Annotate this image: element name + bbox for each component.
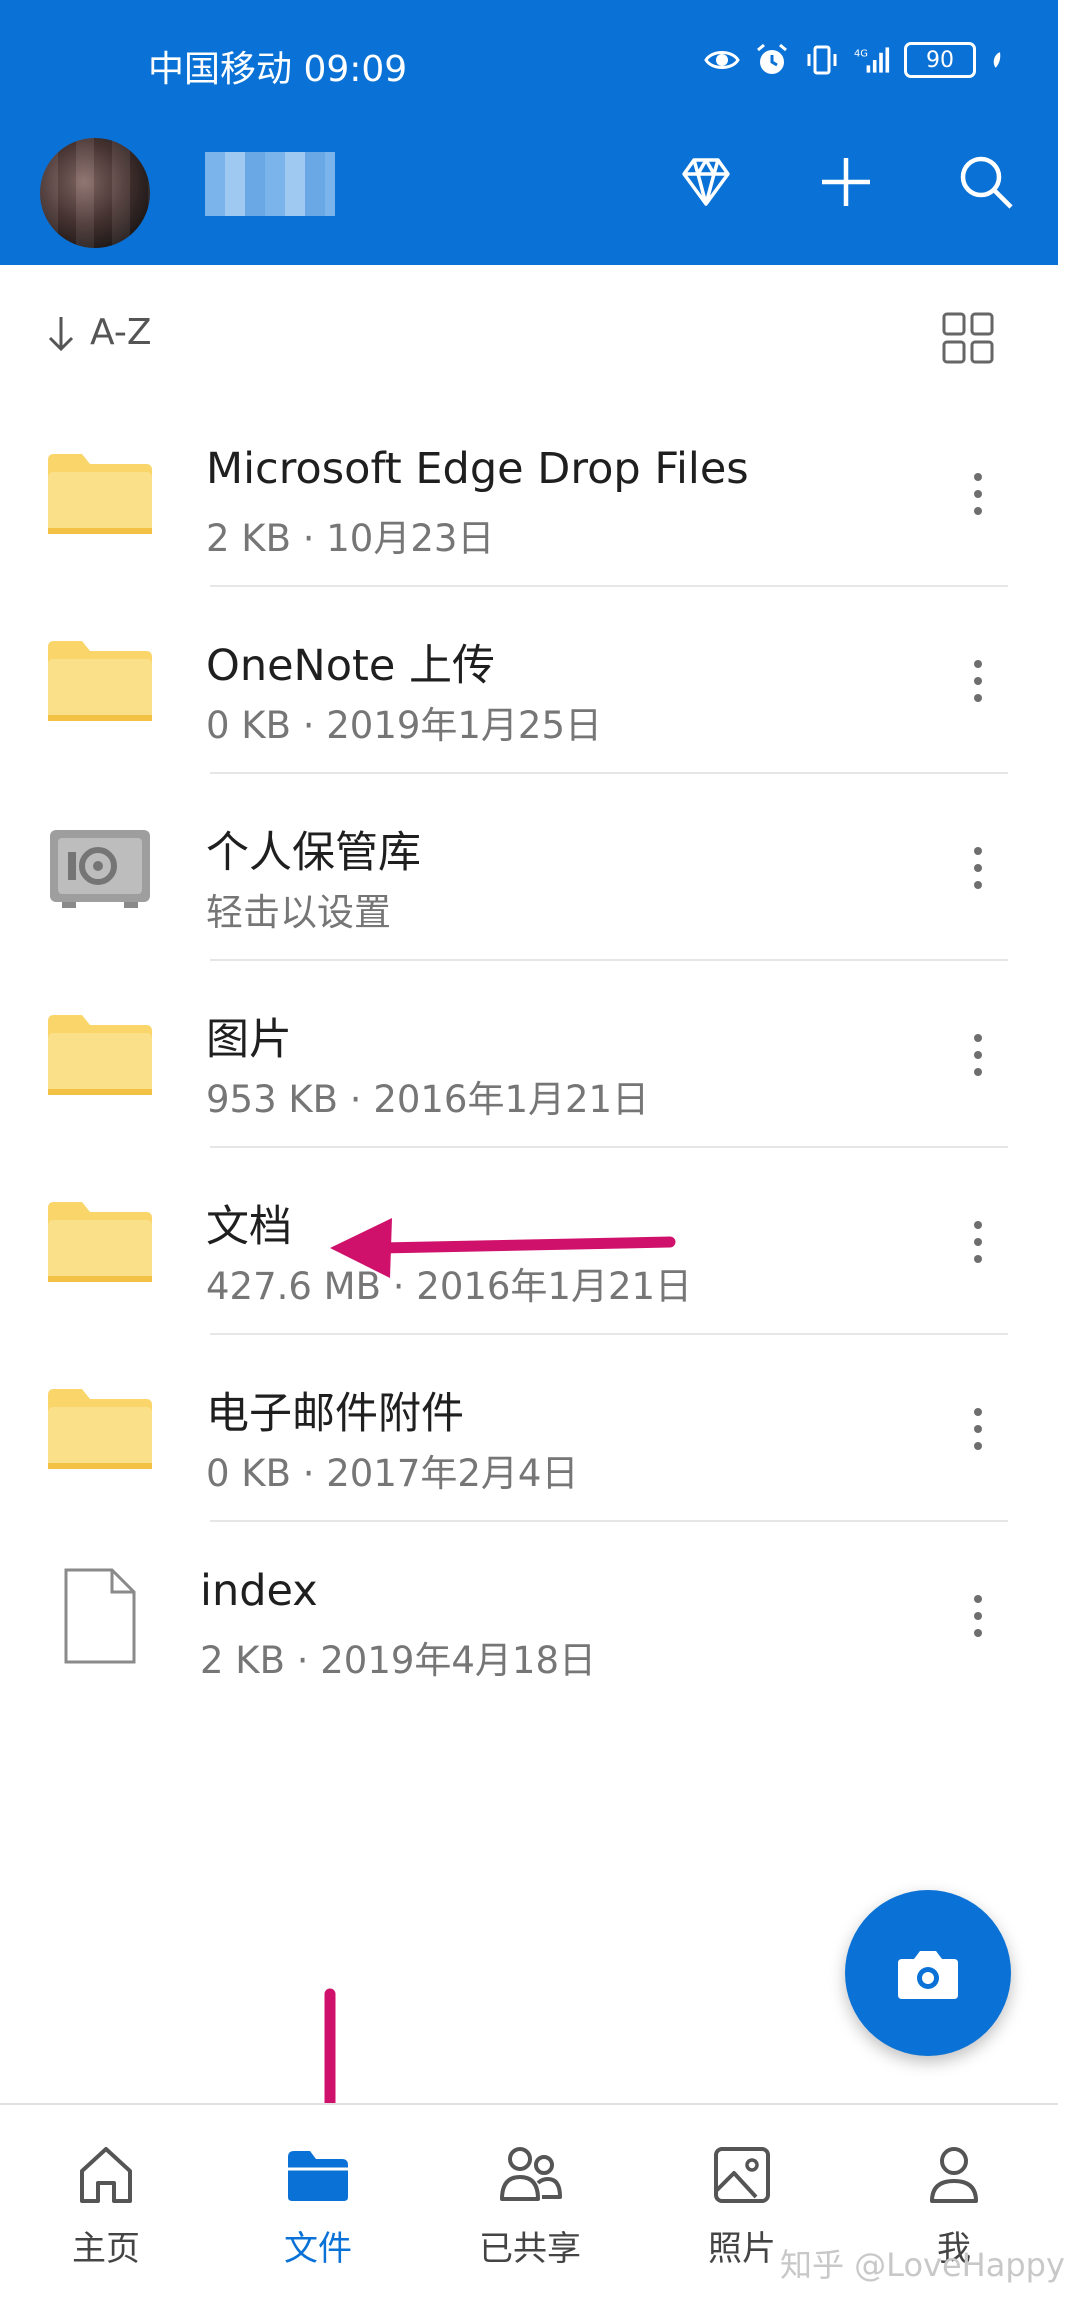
list-item[interactable]: 电子邮件附件 0 KB · 2017年2月4日 [0, 1335, 1058, 1522]
person-icon [930, 2147, 978, 2203]
file-name: OneNote 上传 [206, 641, 496, 691]
add-button[interactable] [814, 150, 878, 214]
folder-icon [46, 1197, 154, 1287]
svg-text:4G: 4G [854, 48, 868, 59]
file-name: Microsoft Edge Drop Files [206, 444, 749, 494]
signal-icon: 4G [854, 47, 890, 73]
more-options-button[interactable] [958, 838, 998, 898]
folder-icon [46, 1384, 154, 1474]
nav-label: 文件 [284, 2229, 352, 2269]
eye-icon [704, 51, 740, 69]
folder-icon [46, 449, 154, 539]
vault-icon [46, 823, 154, 913]
list-item[interactable]: Microsoft Edge Drop Files 2 KB · 10月23日 [0, 400, 1058, 587]
list-item[interactable]: 图片 953 KB · 2016年1月21日 [0, 961, 1058, 1148]
file-name: index [200, 1566, 318, 1616]
grid-view-icon [942, 312, 994, 364]
folder-icon [288, 2151, 348, 2201]
user-name-blurred [205, 152, 335, 216]
more-options-button[interactable] [958, 651, 998, 711]
more-options-button[interactable] [958, 1025, 998, 1085]
annotation-arrow-horizontal [330, 1218, 676, 1278]
file-meta: 2 KB · 2019年4月18日 [200, 1639, 597, 1682]
people-icon [500, 2147, 562, 2201]
file-name: 电子邮件附件 [206, 1389, 464, 1439]
battery-indicator: 90 [904, 42, 976, 78]
premium-button[interactable] [674, 150, 738, 214]
search-button[interactable] [954, 150, 1018, 214]
nav-files[interactable]: 文件 [238, 2125, 398, 2295]
sort-bar: A-Z [0, 300, 1058, 380]
watermark: 知乎 @LoveHappy [780, 2246, 1065, 2284]
plus-icon [822, 158, 870, 206]
nav-home[interactable]: 主页 [26, 2125, 186, 2295]
status-icons: 4G 90 [704, 42, 1010, 78]
folder-icon [46, 1010, 154, 1100]
arrow-down-icon [48, 316, 74, 351]
grid-view-button[interactable] [938, 308, 998, 368]
file-name: 图片 [206, 1015, 292, 1065]
more-options-button[interactable] [958, 1212, 998, 1272]
file-name: 文档 [206, 1202, 292, 1252]
diamond-icon [682, 158, 730, 206]
leaf-icon [993, 52, 1001, 68]
file-list: Microsoft Edge Drop Files 2 KB · 10月23日 … [0, 400, 1058, 1709]
file-meta: 0 KB · 2017年2月4日 [206, 1452, 579, 1495]
home-icon [80, 2147, 132, 2203]
avatar[interactable] [40, 138, 150, 248]
sort-button[interactable]: A-Z [46, 312, 152, 353]
alarm-icon [757, 43, 787, 74]
vibrate-icon [807, 45, 837, 75]
sort-label: A-Z [90, 312, 152, 353]
photo-icon [714, 2147, 770, 2203]
file-meta: 953 KB · 2016年1月21日 [206, 1078, 650, 1121]
folder-icon [46, 636, 154, 726]
header-actions [674, 150, 1018, 214]
nav-label: 已共享 [479, 2229, 581, 2269]
file-meta: 0 KB · 2019年1月25日 [206, 704, 603, 747]
list-item[interactable]: index 2 KB · 2019年4月18日 [0, 1522, 1058, 1709]
document-icon [46, 1568, 154, 1663]
nav-label: 主页 [72, 2229, 140, 2269]
status-bar: 中国移动 09:09 4G 90 [0, 30, 1058, 90]
file-meta: 轻击以设置 [206, 891, 391, 934]
more-options-button[interactable] [958, 464, 998, 524]
file-name: 个人保管库 [206, 828, 421, 878]
nav-shared[interactable]: 已共享 [450, 2125, 610, 2295]
file-meta: 2 KB · 10月23日 [206, 517, 495, 560]
more-options-button[interactable] [958, 1586, 998, 1646]
search-icon [960, 156, 1013, 209]
list-item[interactable]: 个人保管库 轻击以设置 [0, 774, 1058, 961]
camera-fab-button[interactable] [845, 1890, 1011, 2056]
more-options-button[interactable] [958, 1399, 998, 1459]
app-header: 中国移动 09:09 4G 90 [0, 0, 1058, 265]
list-item[interactable]: OneNote 上传 0 KB · 2019年1月25日 [0, 587, 1058, 774]
camera-icon [898, 1951, 958, 1999]
carrier-time: 中国移动 09:09 [148, 49, 408, 90]
nav-label: 照片 [708, 2229, 776, 2269]
